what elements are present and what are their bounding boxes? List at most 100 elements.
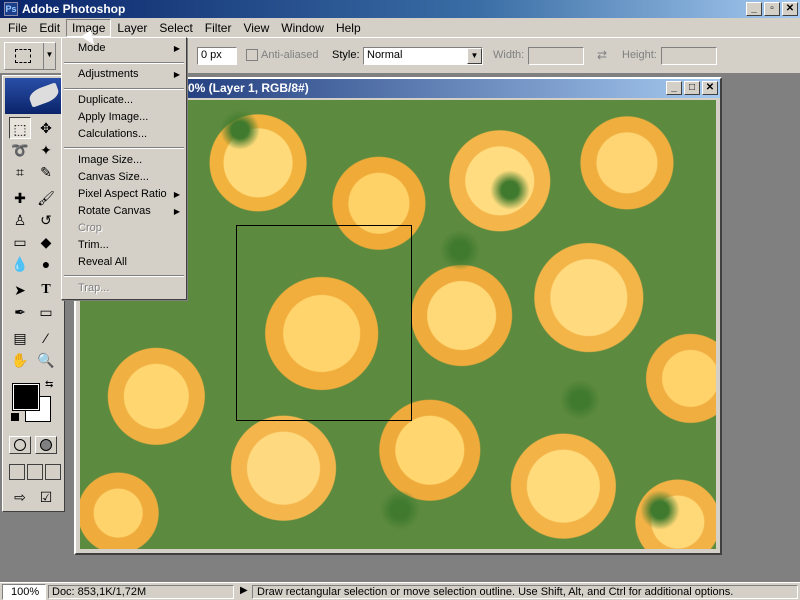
width-input[interactable]	[528, 47, 584, 65]
move-tool-icon[interactable]: ✥	[35, 117, 57, 139]
quick-mask-mode-button[interactable]	[35, 436, 57, 454]
menu-item-crop: Crop	[78, 222, 102, 234]
swap-dimensions-icon[interactable]: ⇄	[597, 48, 607, 62]
minimize-button[interactable]: _	[746, 2, 762, 16]
history-brush-tool-icon[interactable]: ↺	[35, 209, 57, 231]
menu-item-reveal-all[interactable]: Reveal All	[62, 254, 186, 271]
blur-tool-icon[interactable]: 💧	[9, 253, 31, 275]
foreground-color-swatch[interactable]	[12, 383, 40, 411]
eraser-tool-icon[interactable]: ▭	[9, 231, 31, 253]
full-screen-menu-button[interactable]	[27, 464, 43, 480]
doc-minimize-button[interactable]: _	[666, 81, 682, 95]
fern-foliage	[640, 490, 680, 530]
marquee-tool-icon[interactable]: ⬚	[9, 117, 31, 139]
menu-item-apply-image[interactable]: Apply Image...	[62, 109, 186, 126]
zoom-level-input[interactable]: 100%	[2, 584, 46, 600]
fern-foliage	[490, 170, 530, 210]
style-select-value: Normal	[367, 49, 403, 61]
feather-input[interactable]: 0 px	[197, 47, 237, 65]
path-selection-tool-icon[interactable]: ➤	[9, 279, 31, 301]
menu-select[interactable]: Select	[153, 19, 198, 37]
fern-foliage	[440, 230, 480, 270]
menu-item-trap: Trap...	[78, 282, 110, 294]
submenu-arrow-icon: ▶	[173, 44, 180, 53]
height-input[interactable]	[661, 47, 717, 65]
style-select[interactable]: Normal ▼	[363, 47, 483, 65]
chevron-down-icon[interactable]: ▼	[467, 48, 482, 64]
brush-tool-icon[interactable]: 🖌	[35, 187, 57, 209]
healing-brush-tool-icon[interactable]: ✚	[9, 187, 31, 209]
submenu-arrow-icon: ▶	[173, 207, 180, 216]
menu-edit[interactable]: Edit	[33, 19, 66, 37]
menu-item-calculations[interactable]: Calculations...	[62, 126, 186, 143]
menu-item-trim[interactable]: Trim...	[62, 237, 186, 254]
menu-separator	[64, 147, 184, 149]
image-menu-dropdown: Mode ▶ Adjustments ▶ Duplicate... Apply Im…	[61, 37, 187, 300]
document-size-info: Doc: 853,1K/1,72M	[48, 585, 234, 599]
zoom-tool-icon[interactable]: 🔍	[35, 349, 57, 371]
selection-marquee[interactable]	[236, 225, 412, 421]
status-bar: 100% Doc: 853,1K/1,72M ▶ Draw rectangula…	[0, 582, 800, 600]
menu-item-adjustments[interactable]: Adjustments ▶	[62, 66, 186, 83]
feather-icon	[27, 82, 61, 108]
submenu-arrow-icon: ▶	[173, 190, 180, 199]
menu-view[interactable]: View	[237, 19, 275, 37]
notes-tool-icon[interactable]: ▤	[9, 327, 31, 349]
submenu-arrow-icon: ▶	[173, 70, 180, 79]
antialiased-checkbox[interactable]	[246, 49, 258, 61]
clone-stamp-tool-icon[interactable]: ♙	[9, 209, 31, 231]
pen-tool-icon[interactable]: ✒	[9, 301, 31, 323]
standard-mode-button[interactable]	[9, 436, 31, 454]
menu-help[interactable]: Help	[330, 19, 367, 37]
standard-mode-icon	[14, 439, 26, 451]
document-title: 0% (Layer 1, RGB/8#)	[188, 81, 309, 95]
menu-item-duplicate[interactable]: Duplicate...	[62, 92, 186, 109]
window-controls: _ ▫ ✕	[746, 2, 798, 16]
menu-window[interactable]: Window	[275, 19, 330, 37]
slice-tool-icon[interactable]: ✎	[35, 161, 57, 183]
imageready-icon[interactable]: ☑	[35, 486, 57, 508]
menu-file[interactable]: File	[2, 19, 33, 37]
doc-maximize-button[interactable]: □	[684, 81, 700, 95]
dodge-tool-icon[interactable]: ●	[35, 253, 57, 275]
paint-bucket-tool-icon[interactable]: ◆	[35, 231, 57, 253]
status-menu-arrow-icon[interactable]: ▶	[240, 585, 248, 596]
menu-layer[interactable]: Layer	[111, 19, 153, 37]
type-tool-icon[interactable]: T	[35, 279, 57, 301]
doc-close-button[interactable]: ✕	[702, 81, 718, 95]
photoshop-logo[interactable]	[5, 78, 62, 114]
restore-button[interactable]: ▫	[764, 2, 780, 16]
tool-preset-picker[interactable]: ▼	[4, 42, 56, 70]
default-colors-icon[interactable]	[11, 413, 19, 421]
standard-screen-button[interactable]	[9, 464, 25, 480]
crop-tool-icon[interactable]: ⌗	[9, 161, 31, 183]
menu-item-canvas-size[interactable]: Canvas Size...	[62, 169, 186, 186]
jump-to-imageready-icon[interactable]: ⇨	[9, 486, 31, 508]
fern-foliage	[560, 380, 600, 420]
menu-item-image-size[interactable]: Image Size...	[62, 152, 186, 169]
lasso-tool-icon[interactable]: ➰	[9, 139, 31, 161]
magic-wand-tool-icon[interactable]: ✦	[35, 139, 57, 161]
eyedropper-tool-icon[interactable]: ⁄	[35, 327, 57, 349]
menu-filter[interactable]: Filter	[199, 19, 238, 37]
menu-item-rotate-canvas[interactable]: Rotate Canvas ▶	[62, 203, 186, 220]
document-window-controls: _ □ ✕	[666, 81, 718, 95]
antialiased-label: Anti-aliased	[261, 49, 319, 61]
shape-tool-icon[interactable]: ▭	[35, 301, 57, 323]
menu-separator	[64, 62, 184, 64]
menu-item-pixel-aspect-ratio-label: Pixel Aspect Ratio	[78, 188, 167, 200]
menu-separator	[64, 88, 184, 90]
full-screen-button[interactable]	[45, 464, 61, 480]
status-hint-text: Draw rectangular selection or move selec…	[252, 585, 798, 599]
app-title: Adobe Photoshop	[22, 2, 126, 16]
menu-item-rotate-canvas-label: Rotate Canvas	[78, 205, 151, 217]
chevron-down-icon[interactable]: ▼	[43, 43, 55, 69]
toolbox: ⬚ ✥ ➰ ✦ ⌗ ✎ ✚ 🖌 ♙ ↺ ▭ ◆ 💧 ● ➤ T ✒ ▭ ▤ ⁄ …	[2, 75, 65, 512]
close-button[interactable]: ✕	[782, 2, 798, 16]
hand-tool-icon[interactable]: ✋	[9, 349, 31, 371]
style-label: Style:	[332, 49, 360, 61]
menu-item-mode[interactable]: Mode ▶	[62, 40, 186, 57]
swap-colors-icon[interactable]: ⇆	[45, 379, 53, 390]
fern-foliage	[380, 490, 420, 530]
menu-item-pixel-aspect-ratio[interactable]: Pixel Aspect Ratio ▶	[62, 186, 186, 203]
